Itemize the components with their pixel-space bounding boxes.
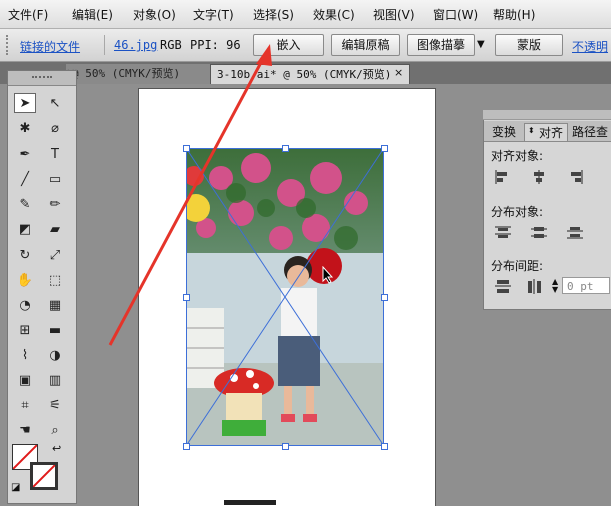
annotation-arrow bbox=[108, 44, 272, 346]
bottom-strip bbox=[224, 500, 276, 505]
